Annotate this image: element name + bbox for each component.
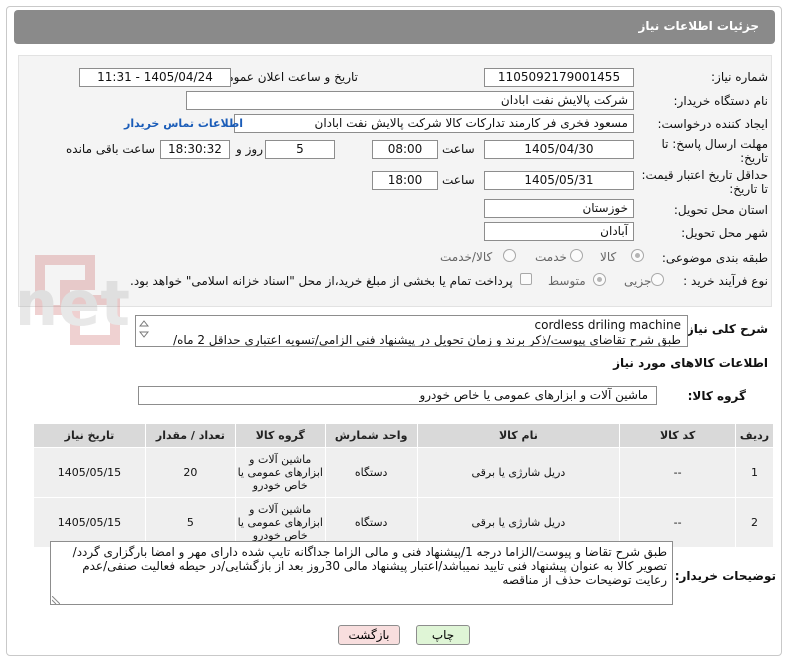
category-radio-both[interactable] — [503, 249, 516, 262]
cell-unit: دستگاه — [324, 447, 418, 498]
days-label: روز و — [236, 142, 263, 156]
header-unit: واحد شمارش — [324, 423, 418, 448]
cell-date: 1405/05/15 — [33, 447, 146, 498]
table-header-row: ردیف کد کالا نام کالا واحد شمارش گروه کا… — [33, 423, 774, 448]
days-field: 5 — [265, 140, 335, 159]
category-option-goods: کالا — [600, 250, 617, 264]
table-row: 2 -- دریل شارژی یا برقی دستگاه ماشین آلا… — [33, 497, 774, 548]
items-table: ردیف کد کالا نام کالا واحد شمارش گروه کا… — [33, 423, 774, 548]
goods-group-field: ماشین آلات و ابزارهای عمومی یا خاص خودرو — [138, 386, 657, 405]
cell-unit: دستگاه — [324, 497, 418, 548]
reply-time-field: 08:00 — [372, 140, 438, 159]
requester-label: ایجاد کننده درخواست: — [657, 117, 768, 131]
description-label: شرح کلی نیاز: — [682, 322, 768, 336]
city-label: شهر محل تحویل: — [681, 226, 768, 240]
goods-group-label: گروه کالا: — [687, 389, 746, 403]
category-label: طبقه بندی موضوعی: — [661, 251, 768, 265]
header-name: نام کالا — [416, 423, 621, 448]
province-field: خوزستان — [484, 199, 634, 218]
buyer-contact-link[interactable]: اطلاعات تماس خریدار — [124, 117, 243, 130]
remaining-label: ساعت باقی مانده — [66, 142, 156, 156]
resize-handle-icon[interactable] — [52, 596, 60, 604]
process-radio-medium[interactable] — [593, 273, 606, 286]
cell-name: دریل شارژی یا برقی — [416, 497, 621, 548]
cell-name: دریل شارژی یا برقی — [416, 447, 621, 498]
process-option-minor: جزیی — [624, 274, 652, 288]
header-bar: جزئیات اطلاعات نیاز — [14, 10, 775, 44]
announce-datetime-label: تاریخ و ساعت اعلان عمومی: — [213, 70, 358, 84]
header-code: کد کالا — [619, 423, 737, 448]
buyer-org-field: شرکت پالایش نفت ابادان — [186, 91, 634, 110]
treasury-payment-note: پرداخت تمام یا بخشی از مبلغ خرید،از محل … — [130, 274, 513, 288]
goods-info-title: اطلاعات کالاهای مورد نیاز — [613, 356, 768, 370]
header-row-number: ردیف — [735, 423, 774, 448]
cell-date: 1405/05/15 — [33, 497, 146, 548]
header-date: تاریخ نیاز — [33, 423, 146, 448]
buyer-notes-textarea[interactable]: طبق شرح تقاضا و پیوست/الزاما درجه 1/پیشن… — [50, 541, 673, 605]
need-number-label: شماره نیاز: — [711, 70, 768, 84]
process-radio-minor[interactable] — [651, 273, 664, 286]
price-validity-label: حداقل تاریخ اعتبار قیمت: — [641, 168, 768, 182]
category-option-both: کالا/خدمت — [440, 250, 493, 264]
reply-deadline-label: مهلت ارسال پاسخ: تا — [661, 137, 768, 151]
cell-qty: 5 — [144, 497, 236, 548]
reply-date-field: 1405/04/30 — [484, 140, 634, 159]
cell-code: -- — [619, 497, 737, 548]
treasury-payment-checkbox[interactable] — [520, 273, 532, 285]
cell-row-number: 2 — [735, 497, 774, 548]
cell-group: ماشین آلات و ابزارهای عمومی یا خاص خودرو — [234, 497, 326, 548]
validity-date-field: 1405/05/31 — [484, 171, 634, 190]
requester-field: مسعود فخری فر کارمند تدارکات کالا شرکت پ… — [234, 114, 634, 133]
category-radio-service[interactable] — [570, 249, 583, 262]
reply-deadline-label-2: تاریخ: — [740, 151, 768, 165]
process-label: نوع فرآیند خرید : — [683, 274, 768, 288]
need-number-field: 1105092179001455 — [484, 68, 634, 87]
table-row: 1 -- دریل شارژی یا برقی دستگاه ماشین آلا… — [33, 447, 774, 498]
cell-group: ماشین آلات و ابزارهای عمومی یا خاص خودرو — [234, 447, 326, 498]
reply-time-label: ساعت — [442, 142, 475, 156]
validity-time-field: 18:00 — [372, 171, 438, 190]
cell-code: -- — [619, 447, 737, 498]
header-group: گروه کالا — [234, 423, 326, 448]
description-textarea[interactable]: cordless driling machine طبق شرح تقاضای … — [135, 315, 688, 347]
description-line-1: cordless driling machine — [534, 318, 681, 332]
category-option-service: خدمت — [535, 250, 567, 264]
remaining-time-field: 18:30:32 — [160, 140, 230, 159]
validity-time-label: ساعت — [442, 173, 475, 187]
description-line-2: طبق شرح تقاضای پیوست/ذکر برند و زمان تحو… — [173, 333, 681, 347]
process-option-medium: متوسط — [548, 274, 586, 288]
print-button[interactable]: چاپ — [416, 625, 470, 645]
page-title: جزئیات اطلاعات نیاز — [638, 19, 759, 33]
cell-row-number: 1 — [735, 447, 774, 498]
city-field: آبادان — [484, 222, 634, 241]
buyer-org-label: نام دستگاه خریدار: — [673, 94, 769, 108]
price-validity-label-2: تا تاریخ: — [729, 182, 768, 196]
announce-datetime-field: 1405/04/24 - 11:31 — [79, 68, 231, 87]
category-radio-goods[interactable] — [631, 249, 644, 262]
cell-qty: 20 — [144, 447, 236, 498]
header-qty: تعداد / مقدار — [144, 423, 236, 448]
province-label: استان محل تحویل: — [673, 203, 768, 217]
buyer-notes-label: توضیحات خریدار: — [674, 569, 776, 583]
back-button[interactable]: بازگشت — [338, 625, 400, 645]
scroll-arrows-icon[interactable] — [139, 318, 149, 344]
